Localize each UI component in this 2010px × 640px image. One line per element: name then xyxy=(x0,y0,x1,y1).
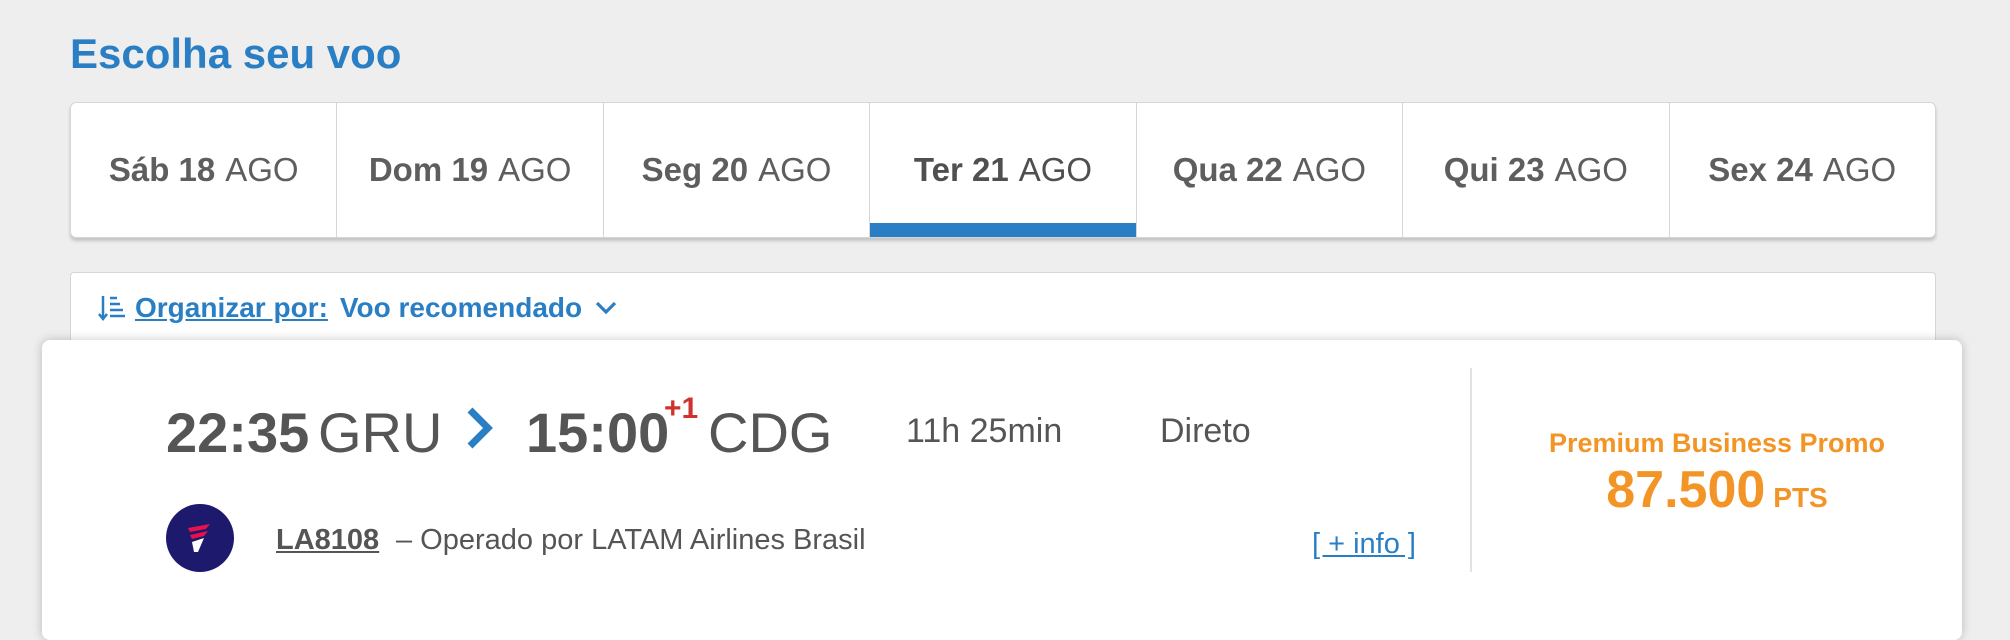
chevron-down-icon[interactable] xyxy=(594,296,618,320)
date-tab-dom-19[interactable]: Dom 19 AGO xyxy=(337,103,604,237)
more-info-link[interactable]: [ + info ] xyxy=(1312,528,1416,561)
departure-airport: GRU xyxy=(318,401,443,464)
date-tab-qua-22[interactable]: Qua 22 AGO xyxy=(1137,103,1404,237)
fare-name[interactable]: Premium Business Promo xyxy=(1472,428,1962,459)
sort-value[interactable]: Voo recomendado xyxy=(340,292,582,324)
date-tab-sab-18[interactable]: Sáb 18 AGO xyxy=(71,103,338,237)
fare-price-unit: PTS xyxy=(1773,482,1828,513)
page-title: Escolha seu voo xyxy=(70,30,402,77)
date-tab-ter-21[interactable]: Ter 21 AGO xyxy=(870,103,1137,237)
fare-price-value: 87.500 xyxy=(1606,461,1766,519)
departure-time: 22:35 xyxy=(166,401,310,464)
sort-icon xyxy=(95,292,127,324)
day-offset-badge: +1 xyxy=(664,392,699,425)
latam-logo-icon xyxy=(166,504,234,572)
flight-stops: Direto xyxy=(1160,412,1251,450)
operated-by: – Operado por LATAM Airlines Brasil xyxy=(396,524,866,556)
arrival-airport: CDG xyxy=(708,401,833,464)
date-tab-sex-24[interactable]: Sex 24 AGO xyxy=(1670,103,1935,237)
flight-number-link[interactable]: LA8108 xyxy=(276,524,379,557)
sort-label-link[interactable]: Organizar por: xyxy=(135,292,328,324)
date-tab-seg-20[interactable]: Seg 20 AGO xyxy=(604,103,871,237)
date-tabs: Sáb 18 AGO Dom 19 AGO Seg 20 AGO Ter 21 AGO … xyxy=(70,102,1936,238)
chevron-right-icon xyxy=(462,402,498,454)
flight-duration: 11h 25min xyxy=(906,412,1063,450)
flight-card[interactable]: 22:35 GRU 15:00 +1 CDG 11h 25min Direto … xyxy=(42,340,1962,640)
arrival-time: 15:00 xyxy=(526,401,670,464)
sort-bar: Organizar por: Voo recomendado xyxy=(70,272,1936,343)
fare-price[interactable]: 87.500 PTS xyxy=(1472,460,1962,520)
date-tab-qui-23[interactable]: Qui 23 AGO xyxy=(1403,103,1670,237)
